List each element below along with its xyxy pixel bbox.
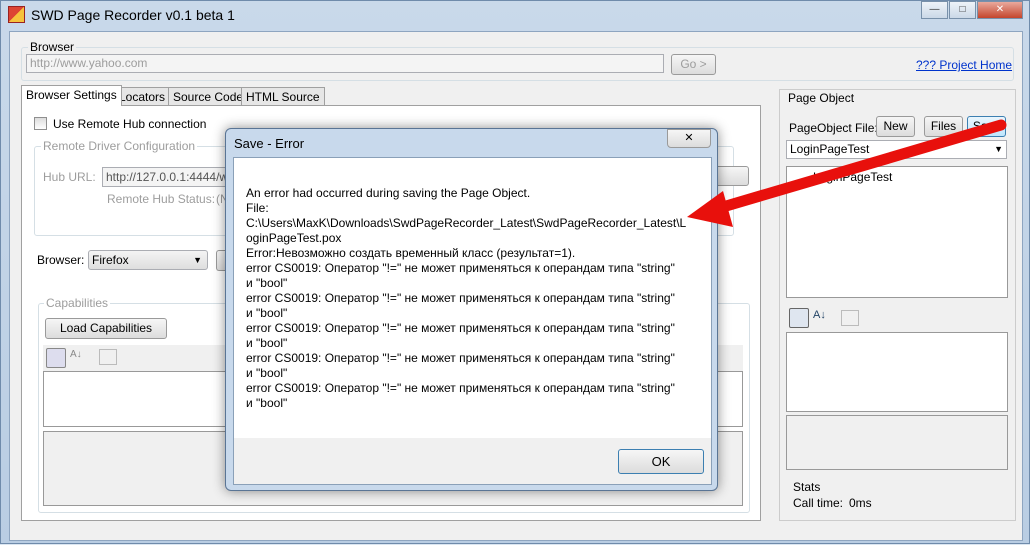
annotation-arrow-head: [687, 191, 733, 227]
main-window: SWD Page Recorder v0.1 beta 1 — □ ✕ Brow…: [0, 0, 1030, 544]
tab-browser-settings[interactable]: Browser Settings: [21, 85, 122, 106]
annotation-arrow-shaft: [710, 119, 1007, 215]
annotation-arrow: [687, 119, 1007, 227]
